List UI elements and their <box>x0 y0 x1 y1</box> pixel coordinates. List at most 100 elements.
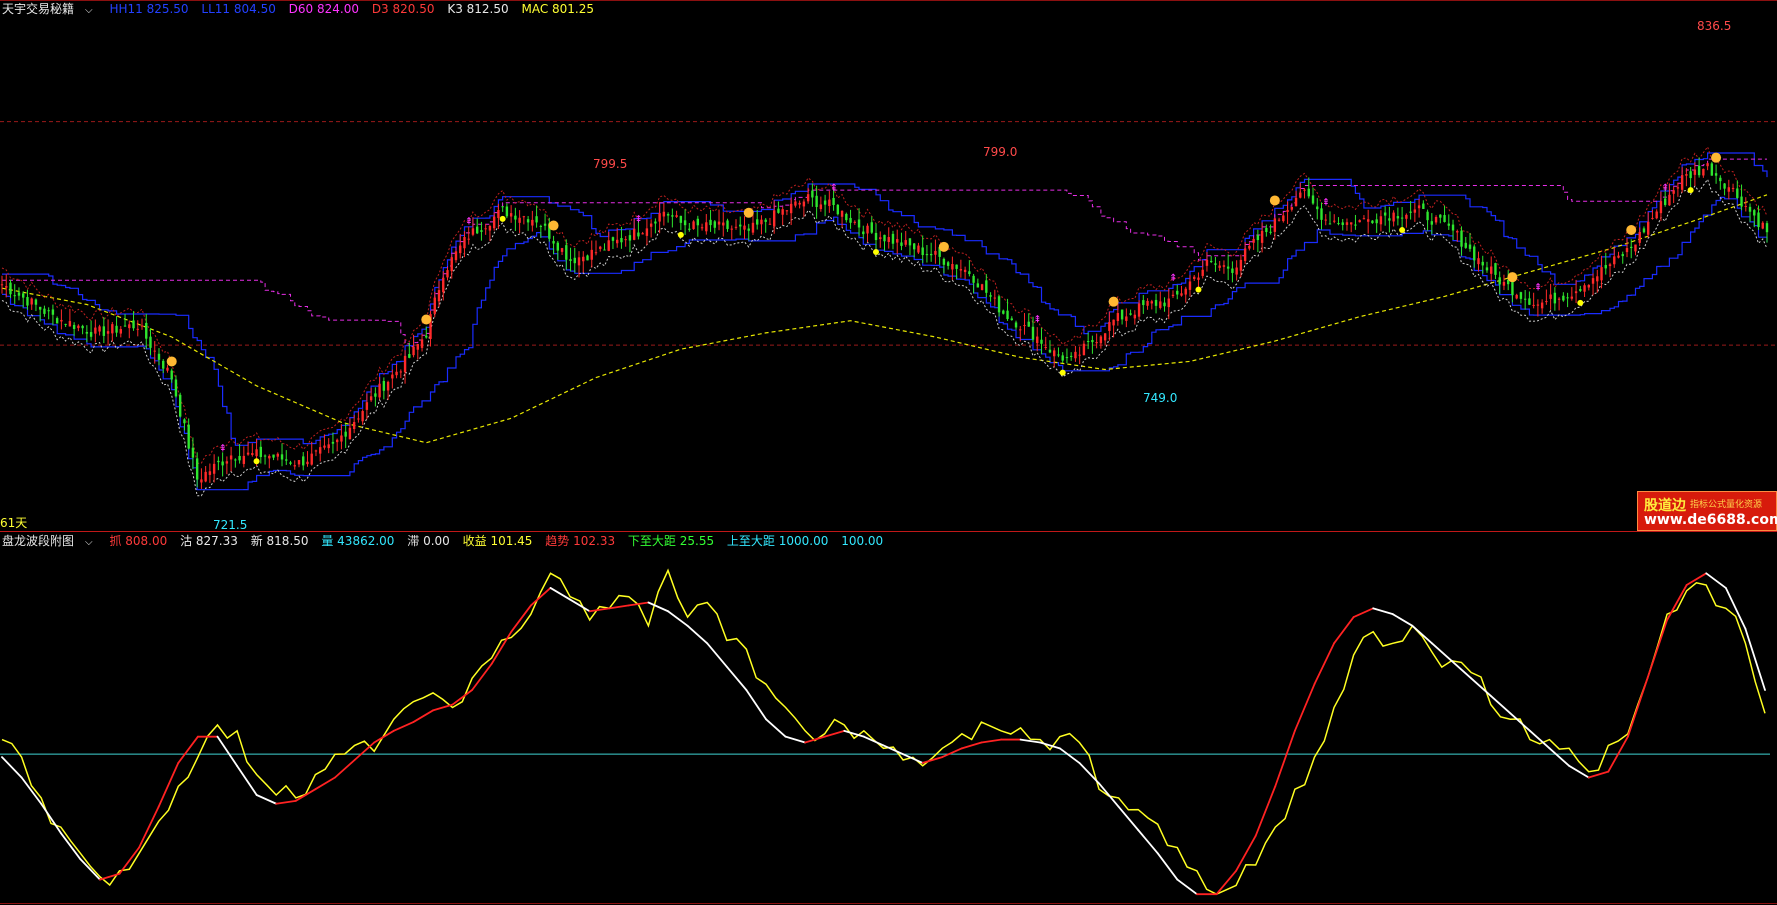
candle-body <box>480 230 483 232</box>
arrow-up-icon: ⇞ <box>1322 198 1330 209</box>
indicator-slow-segment <box>1333 616 1355 645</box>
candle-body <box>815 195 818 207</box>
indicator-slow-segment <box>1372 607 1394 616</box>
candle-body <box>1311 195 1315 204</box>
candle-body <box>459 245 462 254</box>
candle-body <box>1074 351 1077 359</box>
candle-body <box>1120 309 1124 320</box>
candle-body <box>582 256 585 262</box>
price-panel-title: 天宇交易秘籍 <box>2 2 75 16</box>
candle-body <box>806 194 810 202</box>
candle-body <box>1108 322 1111 331</box>
indicator-slow-segment <box>823 729 846 738</box>
candle-body <box>1154 299 1158 306</box>
candle-body <box>314 450 318 452</box>
candle-body <box>340 435 343 442</box>
chart-canvas[interactable]: ⇞ ⇞ ⇞ ⇞ ⇞ ⇞ ⇞ ⇞ ⇞ <box>0 0 1777 905</box>
candle-body <box>1193 276 1196 279</box>
candle-body <box>1647 221 1650 235</box>
candle-body <box>1761 222 1764 229</box>
candle-body <box>1256 235 1260 241</box>
candle-body <box>132 320 135 329</box>
candle-body <box>1209 260 1213 262</box>
candle-body <box>1235 267 1238 275</box>
candle-body <box>1112 319 1115 326</box>
indicator-panel-title-dropdown[interactable]: 盘龙波段附图 ⌵ <box>2 534 102 548</box>
candle-body <box>1248 245 1251 249</box>
candle-body <box>1286 210 1289 213</box>
indicator-slow-segment <box>1529 729 1551 750</box>
arrow-up-icon: ⇞ <box>465 217 473 228</box>
candle-body <box>1719 177 1722 182</box>
candle-body <box>268 455 271 459</box>
signal-icon <box>1269 195 1280 206</box>
candle-body <box>68 321 72 327</box>
candle-body <box>1019 329 1022 331</box>
candle-body <box>1031 326 1035 340</box>
indicator-slow-segment <box>784 735 807 744</box>
indicator-fast-line <box>1 568 1766 896</box>
candle-body <box>1613 256 1616 265</box>
candle-body <box>891 233 895 244</box>
signals-group: ⇞ ⇞ ⇞ ⇞ ⇞ ⇞ ⇞ ⇞ ⇞ <box>166 152 1722 465</box>
candle-body <box>590 249 593 260</box>
indicator-slow-segment <box>1098 782 1120 808</box>
candle-body <box>408 354 411 358</box>
ind-xin: 新 818.50 <box>250 534 309 548</box>
candle-body <box>1269 231 1272 233</box>
candle-body <box>276 453 279 457</box>
candle-body <box>1188 281 1192 290</box>
candle-body <box>1053 350 1056 357</box>
candle-body <box>1727 187 1731 192</box>
candle-body <box>569 259 572 261</box>
candle-body <box>946 262 950 266</box>
candle-body <box>531 219 534 226</box>
candle-body <box>1536 304 1540 306</box>
candle-body <box>688 228 691 230</box>
candle-body <box>420 339 424 348</box>
candle-body <box>234 459 237 461</box>
candle-body <box>60 319 63 322</box>
candle-body <box>98 326 101 332</box>
candle-body <box>484 228 487 230</box>
candle-body <box>1167 298 1170 308</box>
candle-body <box>1481 261 1484 266</box>
watermark-url: www.de6688.com <box>1644 512 1777 528</box>
candle-body <box>1396 216 1400 219</box>
candle-body <box>1405 214 1408 219</box>
candle-body <box>1091 340 1094 343</box>
candle-body <box>1099 336 1103 344</box>
candle-body <box>662 211 666 217</box>
candle-body <box>72 324 76 329</box>
indicator-slow-segment <box>177 735 199 764</box>
candle-body <box>1502 281 1506 286</box>
candle-body <box>38 306 42 310</box>
candle-body <box>1129 313 1132 315</box>
candle-body <box>798 202 801 205</box>
candle-body <box>1392 212 1395 222</box>
candle-body <box>925 254 929 256</box>
candle-body <box>1693 169 1697 175</box>
candle-body <box>917 245 920 253</box>
candle-body <box>1557 298 1561 300</box>
candle-body <box>577 257 581 266</box>
candle-body <box>1744 205 1747 207</box>
ind-zhi: 滞 0.00 <box>407 534 450 548</box>
candle-body <box>475 226 479 234</box>
ind-gu: 沽 827.33 <box>180 534 238 548</box>
candle-body <box>43 308 46 314</box>
k3-line <box>1 178 1768 497</box>
candle-body <box>378 383 381 398</box>
candle-body <box>1243 248 1247 261</box>
indicator-slow-segment <box>471 662 493 691</box>
candle-body <box>751 222 755 233</box>
candle-body <box>1413 209 1417 213</box>
signal-icon <box>938 241 949 252</box>
indicator-slow-segment <box>960 741 983 750</box>
candle-body <box>1142 300 1145 306</box>
candle-body <box>543 223 547 226</box>
candle-body <box>819 204 823 210</box>
candle-body <box>1082 343 1086 356</box>
candle-body <box>1630 246 1633 249</box>
price-panel-title-dropdown[interactable]: 天宇交易秘籍 ⌵ <box>2 2 102 16</box>
